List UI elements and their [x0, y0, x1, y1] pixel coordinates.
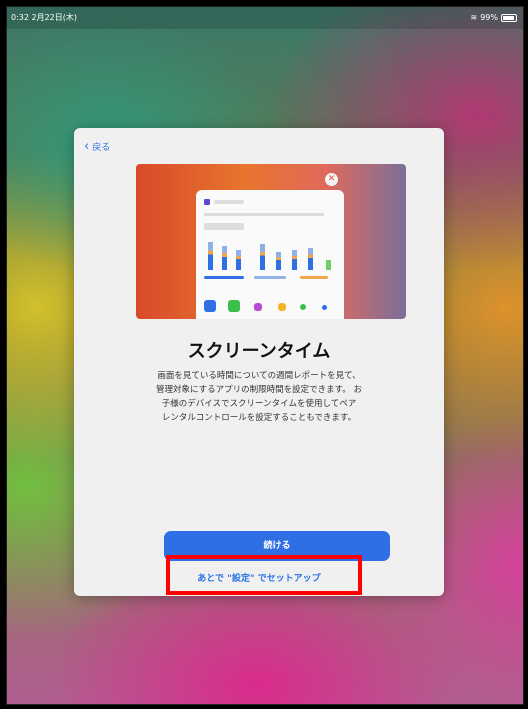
usage-bar — [308, 248, 313, 270]
usage-bar — [276, 252, 281, 270]
back-button[interactable]: ‹ 戻る — [84, 140, 110, 153]
app-icon — [204, 199, 210, 205]
description-line: 管理対象にするアプリの制限時間を設定できます。 お — [156, 385, 362, 395]
status-time-date: 0:32 2月22日(木) — [11, 13, 78, 22]
battery-icon — [501, 14, 517, 22]
usage-bar — [222, 246, 227, 270]
app-icon — [228, 300, 240, 312]
usage-bar — [208, 242, 213, 270]
back-label: 戻る — [92, 143, 111, 153]
app-icon — [278, 303, 286, 311]
description-line: 子様のデバイスでスクリーンタイムを使用してペア — [161, 399, 357, 409]
placeholder-line — [204, 213, 324, 216]
category-line — [204, 276, 244, 279]
battery-percent: 99% — [480, 13, 498, 22]
ipad-screen: 0:32 2月22日(木) ≋ 99% ‹ 戻る ✕ スクリーンタイム 画面を見… — [6, 6, 524, 705]
description-line: レンタルコントロールを設定することもできます。 — [161, 413, 357, 423]
wifi-icon: ≋ — [470, 13, 478, 22]
description: 画面を見ている時間についての週間レポートを見て、 管理対象にするアプリの制限時間… — [104, 369, 414, 425]
setup-sheet: ‹ 戻る ✕ スクリーンタイム 画面を見ている時間についての週間レポートを見て、… — [74, 128, 444, 596]
close-icon: ✕ — [325, 173, 338, 186]
chevron-left-icon: ‹ — [84, 139, 90, 154]
placeholder-line — [214, 200, 244, 204]
app-icon — [300, 304, 306, 310]
page-title: スクリーンタイム — [187, 341, 331, 362]
app-icon — [322, 305, 327, 310]
usage-bar — [326, 260, 331, 270]
usage-bars — [204, 240, 336, 270]
illustration-card — [196, 190, 344, 319]
category-line — [254, 276, 286, 279]
status-right: ≋ 99% — [471, 7, 517, 29]
status-bar: 0:32 2月22日(木) ≋ 99% — [7, 7, 523, 29]
app-icon — [204, 300, 216, 312]
usage-bar — [236, 250, 241, 270]
category-line — [300, 276, 328, 279]
app-icon — [254, 303, 262, 311]
usage-bar — [260, 244, 265, 270]
screen-time-illustration: ✕ — [136, 164, 406, 319]
highlight-annotation — [166, 555, 362, 595]
description-line: 画面を見ている時間についての週間レポートを見て、 — [157, 371, 361, 381]
usage-bar — [292, 250, 297, 270]
placeholder-line — [204, 223, 244, 230]
